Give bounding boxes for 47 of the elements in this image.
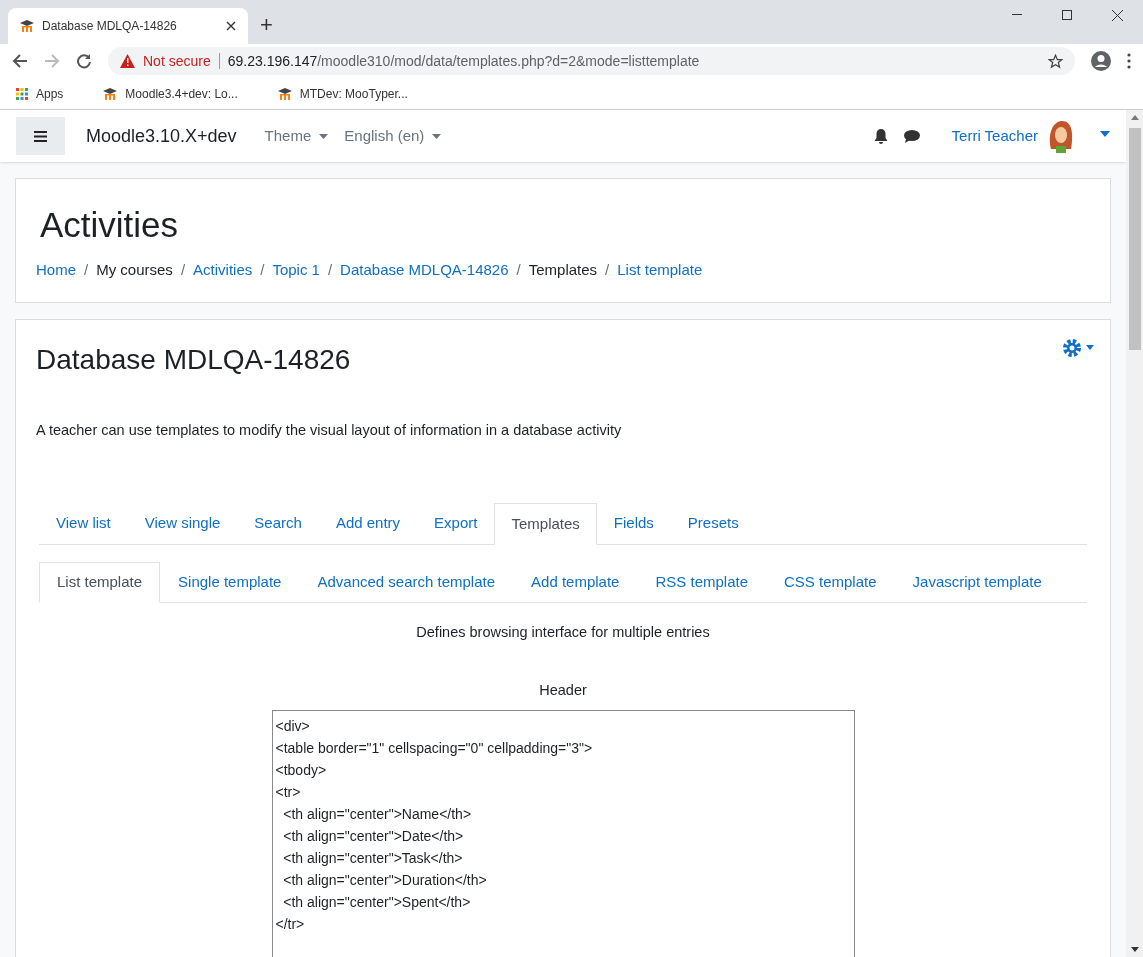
tab[interactable]: Add entry [318,503,418,544]
bookmark-link[interactable]: Apps [36,84,64,103]
page-title: Activities [40,204,180,246]
tab[interactable]: Search [237,503,319,544]
site-name[interactable]: Moodle3.10.X+dev [86,122,237,150]
user-name[interactable]: Terri Teacher [951,124,1038,148]
breadcrumb-separator: / [260,260,265,280]
activity-title: Database MDLQA-14826 [36,342,351,377]
url-text: 69.23.196.147/moodle310/mod/data/templates.php?d=2&mode=listtemplate [227,51,700,71]
tab[interactable]: Presets [670,503,756,544]
tab[interactable]: Fields [596,503,671,544]
breadcrumb-separator: / [605,260,610,280]
tab[interactable]: Export [417,503,495,544]
bookmark-link[interactable]: Moodle3.4+dev: Lo... [125,84,238,103]
breadcrumb-separator: / [180,260,186,280]
tab[interactable]: Javascript template [894,561,1060,603]
tab[interactable]: View single [127,503,238,544]
tab[interactable]: Add template [513,561,638,603]
tab[interactable]: Single template [160,561,300,603]
tab[interactable]: List template [39,561,161,604]
tab[interactable]: Advanced search template [299,561,514,603]
tab[interactable]: CSS template [766,561,895,603]
breadcrumb-text: Templates [528,260,598,280]
tab-title: Database MDLQA-14826 [42,18,178,35]
tab[interactable]: RSS template [637,561,766,603]
bookmark-link[interactable]: MTDev: MooTyper... [299,84,408,103]
header-textarea[interactable]: <div> <table border="1" cellspacing="0" cellpadding="3"> <tbody> <tr> <th align="center">Name</th> <th align="center">Date</th> <th align="center">Task</th> <th align="center">Duration</th> <th align="center">Spent</th> </tr> [271,709,855,957]
breadcrumb-link[interactable]: Activities [193,259,253,282]
breadcrumb-link[interactable]: Home [36,259,76,282]
breadcrumb-link[interactable]: Database MDLQA-14826 [340,259,509,282]
template-description: Defines browsing interface for multiple entries [415,623,711,643]
address-bar[interactable]: Not secure 69.23.196.147/moodle310/mod/data/templates.php?d=2&mode=listtemplate [108,47,1075,75]
breadcrumb-link[interactable]: List template [617,259,703,282]
nav-menu[interactable]: English (en) [344,124,442,148]
tab[interactable]: View list [39,503,128,544]
security-label: Not secure [143,51,211,71]
browser-tab[interactable]: Database MDLQA-14826 [8,8,248,44]
breadcrumb-separator: / [84,260,89,280]
breadcrumb-separator: / [327,260,333,280]
tab[interactable]: Templates [494,503,597,545]
nav-menu[interactable]: Theme [264,124,329,148]
new-tab-button[interactable]: + [260,14,273,36]
activity-description: A teacher can use templates to modify the visual layout of information in a database activity [36,420,623,440]
breadcrumb-text: My courses [96,260,173,280]
breadcrumb-separator: / [516,260,521,280]
breadcrumb-link[interactable]: Topic 1 [272,259,320,282]
header-label: Header [538,681,588,700]
